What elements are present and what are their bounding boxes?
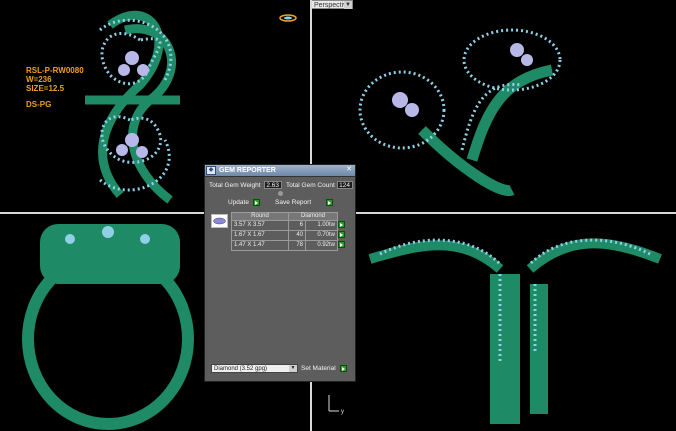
- set-material-button[interactable]: [340, 365, 347, 372]
- ring-side-view: [368, 238, 662, 424]
- gem-reporter-panel: ◆ GEM REPORTER ✕ Total Gem Weight 2.63 T…: [204, 164, 356, 382]
- total-weight-value: 2.63: [264, 181, 282, 189]
- chevron-down-icon: ▼: [289, 365, 297, 372]
- gem-weight: 0.70tw: [305, 230, 338, 241]
- row-action-button[interactable]: [338, 230, 345, 238]
- gem-size: 1.47 X 1.47: [231, 240, 289, 251]
- gem-count: 40: [288, 230, 306, 241]
- table-row[interactable]: 3.57 X 3.57 6 1.00tw: [231, 220, 349, 231]
- mini-ring-icon: [279, 14, 297, 22]
- save-report-label: Save Report: [275, 199, 312, 206]
- gem-size: 1.67 X 1.67: [231, 230, 289, 241]
- product-info: RSL-P-RW0080 W=236 SIZE=12.5 DS-PG: [26, 66, 84, 109]
- header-round: Round: [231, 212, 289, 221]
- gem-icon: ◆: [206, 166, 216, 175]
- gem-count: 78: [288, 240, 306, 251]
- viewport-bottom-right[interactable]: [360, 214, 676, 431]
- gem-count: 6: [288, 220, 306, 231]
- set-material-label: Set Material: [301, 365, 336, 372]
- ring-perspective-view: [358, 28, 562, 197]
- gem-size: 3.57 X 3.57: [231, 220, 289, 231]
- save-report-button[interactable]: [326, 199, 333, 206]
- row-action-button[interactable]: [338, 240, 345, 248]
- header-diamond: Diamond: [288, 212, 338, 221]
- gem-weight: 0.92tw: [305, 240, 338, 251]
- table-row[interactable]: 1.47 X 1.47 78 0.92tw: [231, 240, 349, 251]
- gem-table-header: Round Diamond: [231, 212, 349, 221]
- gem-reporter-titlebar[interactable]: ◆ GEM REPORTER ✕: [205, 165, 355, 177]
- viewport-top-right[interactable]: Perspective ▼: [312, 0, 676, 212]
- table-row[interactable]: 1.67 X 1.67 40 0.70tw: [231, 230, 349, 241]
- close-icon[interactable]: ✕: [345, 166, 353, 174]
- total-count-value: 124: [337, 181, 353, 189]
- gem-weight: 1.00tw: [305, 220, 338, 231]
- gem-reporter-title: GEM REPORTER: [219, 167, 276, 174]
- product-tag: DS-PG: [26, 100, 52, 109]
- update-label: Update: [228, 199, 249, 206]
- projection-dropdown[interactable]: Perspective ▼: [312, 0, 353, 9]
- material-select[interactable]: Diamond (3.52 gpg) ▼: [211, 364, 298, 373]
- update-button[interactable]: [253, 199, 260, 206]
- resize-handle-icon[interactable]: [278, 191, 283, 196]
- gem-table: Round Diamond 3.57 X 3.57 6 1.00tw 1.67 …: [231, 212, 349, 251]
- axis-y-label: y: [341, 409, 344, 415]
- row-action-button[interactable]: [338, 220, 345, 228]
- material-select-value: Diamond (3.52 gpg): [214, 366, 268, 372]
- chevron-down-icon: ▼: [344, 1, 352, 9]
- product-weight: W=236: [26, 75, 52, 84]
- product-size: SIZE=12.5: [26, 84, 65, 93]
- diamond-shape-thumbnail: [211, 214, 228, 228]
- product-code: RSL-P-RW0080: [26, 66, 84, 75]
- axis-gizmo: y: [328, 395, 344, 415]
- total-weight-label: Total Gem Weight: [209, 182, 261, 189]
- total-count-label: Total Gem Count: [286, 182, 335, 189]
